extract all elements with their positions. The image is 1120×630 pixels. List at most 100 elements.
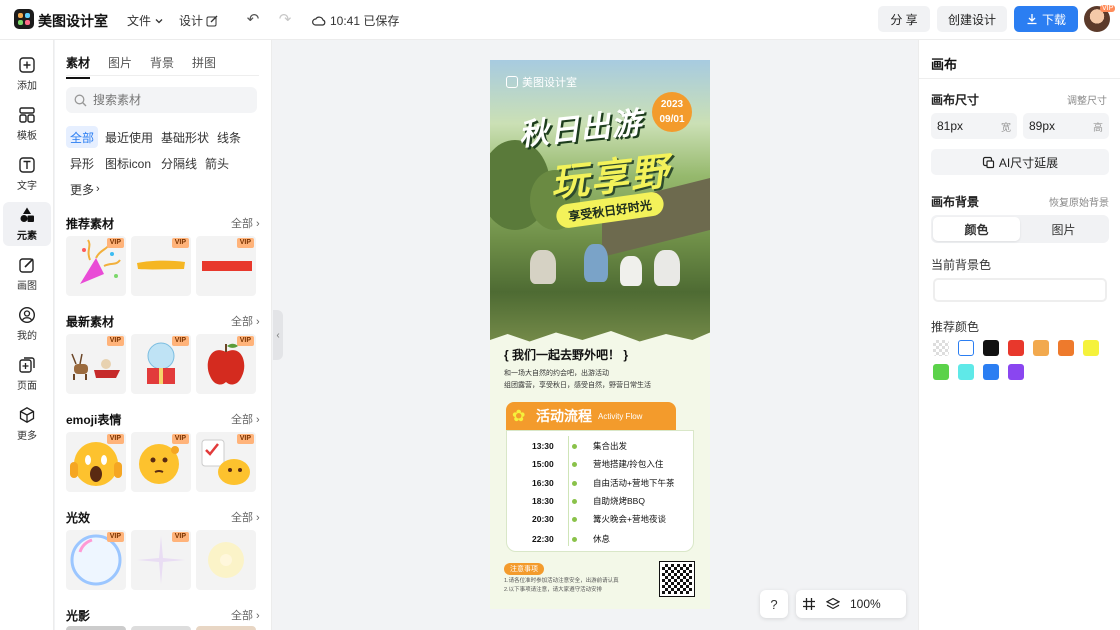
swatch-orange[interactable] xyxy=(1058,340,1074,356)
swatch-light-orange[interactable] xyxy=(1033,340,1049,356)
swatch-cyan[interactable] xyxy=(958,364,974,380)
restore-bg-link[interactable]: 恢复原始背景 xyxy=(1049,194,1109,209)
undo-icon[interactable]: ↶ xyxy=(244,10,262,28)
nav-page[interactable]: 页面 xyxy=(3,352,51,396)
width-field[interactable]: 81px 宽 xyxy=(931,113,1017,139)
ai-resize-button[interactable]: AI尺寸延展 xyxy=(931,149,1109,175)
swatch-purple[interactable] xyxy=(1008,364,1024,380)
nav-text-label: 文字 xyxy=(17,181,37,192)
template-icon xyxy=(19,107,35,123)
create-design-button[interactable]: 创建设计 xyxy=(937,6,1007,32)
chip-basic-shapes[interactable]: 基础形状 xyxy=(157,126,213,148)
poster-person-2 xyxy=(584,244,608,282)
chip-arrows[interactable]: 箭头 xyxy=(201,152,233,174)
design-menu[interactable]: 设计 xyxy=(179,12,218,29)
section-latest-all[interactable]: 全部 › xyxy=(231,313,260,329)
swatch-white[interactable] xyxy=(958,340,974,356)
material-thumb-glow[interactable] xyxy=(196,530,256,590)
chip-all[interactable]: 全部 xyxy=(66,126,99,148)
nav-elements[interactable]: 元素 xyxy=(3,202,51,246)
chip-irregular[interactable]: 异形 xyxy=(66,152,98,174)
material-thumb-sleigh[interactable]: VIP xyxy=(66,334,126,394)
section-recommended-all[interactable]: 全部 › xyxy=(231,215,260,231)
qr-code-icon xyxy=(659,561,695,597)
tab-backgrounds[interactable]: 背景 xyxy=(150,54,174,71)
material-thumb-bubble[interactable]: VIP xyxy=(66,530,126,590)
chip-icons[interactable]: 图标icon xyxy=(101,152,155,174)
schedule-item: 休息 xyxy=(593,534,611,544)
material-thumb-scared-emoji[interactable]: VIP xyxy=(66,432,126,492)
section-light-effects-all[interactable]: 全部 › xyxy=(231,509,260,525)
cloud-icon xyxy=(312,16,326,26)
seg-image[interactable]: 图片 xyxy=(1020,217,1107,241)
material-thumb-checklist-emoji[interactable]: VIP xyxy=(196,432,256,492)
chip-lines[interactable]: 线条 xyxy=(213,126,245,148)
search-input[interactable] xyxy=(93,93,243,107)
share-button[interactable]: 分 享 xyxy=(878,6,930,32)
height-field[interactable]: 89px 高 xyxy=(1023,113,1109,139)
tab-divider xyxy=(66,75,259,76)
nav-mine[interactable]: 我的 xyxy=(3,302,51,346)
swatch-transparent[interactable] xyxy=(933,340,949,356)
text-icon xyxy=(19,157,35,173)
chip-recent[interactable]: 最近使用 xyxy=(101,126,157,148)
swatch-black[interactable] xyxy=(983,340,999,356)
design-canvas[interactable]: 美图设计室 2023 09/01 秋日出游 玩享野 享受秋日好时光 { 我们一起… xyxy=(490,60,710,609)
vip-badge: VIP xyxy=(171,434,189,444)
panel-collapse-handle[interactable]: ‹ xyxy=(273,310,283,360)
swatch-yellow[interactable] xyxy=(1083,340,1099,356)
material-panel: 素材 图片 背景 拼图 全部 最近使用 基础形状 线条 异形 图标icon 分隔… xyxy=(55,40,272,630)
material-thumb-brush-stroke[interactable]: VIP xyxy=(131,236,191,296)
tab-images[interactable]: 图片 xyxy=(108,54,132,71)
nav-add[interactable]: 添加 xyxy=(3,52,51,96)
schedule-row: 15:00 营地搭建/拎包入住 xyxy=(532,458,682,470)
tab-materials[interactable]: 素材 xyxy=(66,54,91,79)
nav-text[interactable]: 文字 xyxy=(3,152,51,196)
adjust-size-link[interactable]: 调整尺寸 xyxy=(1067,92,1107,107)
seg-color[interactable]: 颜色 xyxy=(933,217,1020,241)
material-thumb-snowglobe-gift[interactable]: VIP xyxy=(131,334,191,394)
schedule-row: 22:30 休息 xyxy=(532,533,682,545)
chip-dividers[interactable]: 分隔线 xyxy=(157,152,201,174)
poster-date: 09/01 xyxy=(659,114,685,125)
material-thumb-apple[interactable]: VIP xyxy=(196,334,256,394)
poster-brand-text: 美图设计室 xyxy=(522,77,577,89)
nav-elements-label: 元素 xyxy=(17,231,37,242)
material-thumb-party-popper[interactable]: VIP xyxy=(66,236,126,296)
section-emoji-all[interactable]: 全部 › xyxy=(231,411,260,427)
section-light-shadow-all[interactable]: 全部 › xyxy=(231,607,260,623)
timeline-dot xyxy=(572,498,577,504)
material-thumb-shadow-2[interactable] xyxy=(131,626,191,630)
download-button[interactable]: 下载 xyxy=(1014,6,1078,32)
search-box[interactable] xyxy=(66,87,257,113)
swatch-green[interactable] xyxy=(933,364,949,380)
poster-person-1 xyxy=(530,250,556,284)
timeline-dot xyxy=(572,516,577,522)
zoom-level[interactable]: 100% xyxy=(850,597,881,611)
plus-square-icon xyxy=(19,57,35,73)
grid-icon[interactable] xyxy=(802,597,816,611)
schedule-row: 13:30 集合出发 xyxy=(532,440,682,452)
nav-more[interactable]: 更多 xyxy=(3,402,51,446)
material-thumb-sparkle[interactable]: VIP xyxy=(131,530,191,590)
material-thumb-red-rectangle[interactable]: VIP xyxy=(196,236,256,296)
chevron-left-icon: ‹ xyxy=(276,329,280,341)
swatch-red[interactable] xyxy=(1008,340,1024,356)
redo-icon[interactable]: ↷ xyxy=(276,10,294,28)
app-logo-icon[interactable] xyxy=(14,9,34,29)
material-thumb-thinking-emoji[interactable]: VIP xyxy=(131,432,191,492)
chip-more[interactable]: 更多 › xyxy=(66,178,104,200)
material-thumb-shadow-3[interactable] xyxy=(196,626,256,630)
nav-template[interactable]: 模板 xyxy=(3,102,51,146)
avatar-vip-badge: VIP xyxy=(1100,5,1116,12)
current-bg-swatch[interactable] xyxy=(933,278,1107,302)
material-thumb-shadow-1[interactable] xyxy=(66,626,126,630)
file-menu[interactable]: 文件 xyxy=(127,12,164,29)
tab-collage[interactable]: 拼图 xyxy=(192,54,216,71)
swatch-blue[interactable] xyxy=(983,364,999,380)
nav-draw[interactable]: 画图 xyxy=(3,252,51,296)
help-button[interactable]: ? xyxy=(760,590,788,618)
poster-person-4 xyxy=(654,250,680,286)
layers-icon[interactable] xyxy=(826,597,840,611)
ai-resize-icon xyxy=(982,156,994,168)
